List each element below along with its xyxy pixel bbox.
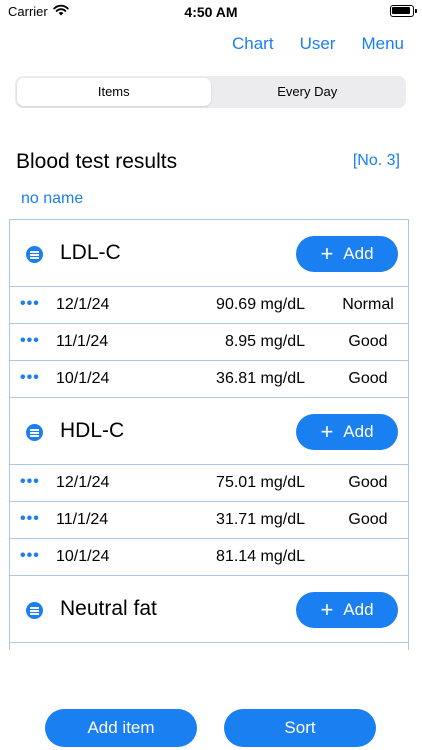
row-value: 31.71 mg/dL xyxy=(216,511,305,528)
more-icon[interactable]: ••• xyxy=(20,295,40,313)
row-value: 36.81 mg/dL xyxy=(216,370,305,387)
group-title: Neutral fat xyxy=(60,597,157,620)
plus-icon: + xyxy=(320,419,334,444)
menu-link[interactable]: Menu xyxy=(361,34,404,54)
segmented-control: Items Every Day xyxy=(15,76,406,108)
row-date: 10/1/24 xyxy=(56,370,110,387)
user-name-link[interactable]: no name xyxy=(21,190,83,208)
table-row[interactable]: ••• 10/1/24 36.81 mg/dL Good xyxy=(10,361,408,398)
plus-icon: + xyxy=(320,241,334,266)
sort-button[interactable]: Sort xyxy=(224,709,376,747)
row-value: 81.14 mg/dL xyxy=(216,548,305,565)
user-link[interactable]: User xyxy=(300,34,336,54)
tab-every-day[interactable]: Every Day xyxy=(211,78,405,106)
row-status: Good xyxy=(348,333,388,350)
list-icon[interactable] xyxy=(26,246,43,263)
add-label: Add xyxy=(343,244,374,263)
record-count: [No. 3] xyxy=(352,152,400,169)
results-list: LDL-C + Add ••• 12/1/24 90.69 mg/dL Norm… xyxy=(9,219,409,650)
row-date: 11/1/24 xyxy=(56,511,109,528)
row-date: 12/1/24 xyxy=(56,296,110,313)
table-row[interactable]: ••• 12/1/24 90.69 mg/dL Normal xyxy=(10,287,408,324)
row-status: Good xyxy=(348,511,388,528)
row-date: 11/1/24 xyxy=(56,333,109,350)
table-row[interactable]: ••• 12/1/24 75.01 mg/dL Good xyxy=(10,465,408,502)
table-row[interactable]: ••• 10/1/24 81.14 mg/dL xyxy=(10,539,408,576)
more-icon[interactable]: ••• xyxy=(20,510,40,528)
table-row[interactable]: ••• 11/1/24 31.71 mg/dL Good xyxy=(10,502,408,539)
add-item-button[interactable]: Add item xyxy=(45,709,197,747)
row-value: 75.01 mg/dL xyxy=(216,474,305,491)
row-status: Good xyxy=(348,370,388,387)
list-icon[interactable] xyxy=(26,602,43,619)
add-label: Add xyxy=(343,600,374,619)
table-row[interactable]: ••• 11/1/24 8.95 mg/dL Good xyxy=(10,324,408,361)
add-button[interactable]: + Add xyxy=(296,414,398,450)
group-header-ldl-c: LDL-C + Add xyxy=(10,220,408,287)
row-status: Normal xyxy=(342,296,394,313)
clock: 4:50 AM xyxy=(184,4,238,20)
status-bar: Carrier 4:50 AM xyxy=(0,0,422,24)
top-nav: Chart User Menu xyxy=(232,34,404,54)
group-header-neutral-fat: Neutral fat + Add xyxy=(10,576,408,643)
more-icon[interactable]: ••• xyxy=(20,332,40,350)
row-value: 8.95 mg/dL xyxy=(224,333,305,350)
group-title: HDL-C xyxy=(60,419,125,442)
row-status: Good xyxy=(348,474,388,491)
plus-icon: + xyxy=(320,597,334,622)
tab-items[interactable]: Items xyxy=(17,78,211,106)
row-value: 90.69 mg/dL xyxy=(216,296,305,313)
page-title: Blood test results xyxy=(16,150,178,173)
add-button[interactable]: + Add xyxy=(296,236,398,272)
row-date: 10/1/24 xyxy=(56,548,110,565)
battery-icon xyxy=(390,5,417,17)
chart-link[interactable]: Chart xyxy=(232,34,274,54)
row-date: 12/1/24 xyxy=(56,474,110,491)
more-icon[interactable]: ••• xyxy=(20,547,40,565)
add-label: Add xyxy=(343,422,374,441)
group-header-hdl-c: HDL-C + Add xyxy=(10,398,408,465)
more-icon[interactable]: ••• xyxy=(20,369,40,387)
list-icon[interactable] xyxy=(26,424,43,441)
add-button[interactable]: + Add xyxy=(296,592,398,628)
more-icon[interactable]: ••• xyxy=(20,473,40,491)
group-title: LDL-C xyxy=(60,241,121,264)
